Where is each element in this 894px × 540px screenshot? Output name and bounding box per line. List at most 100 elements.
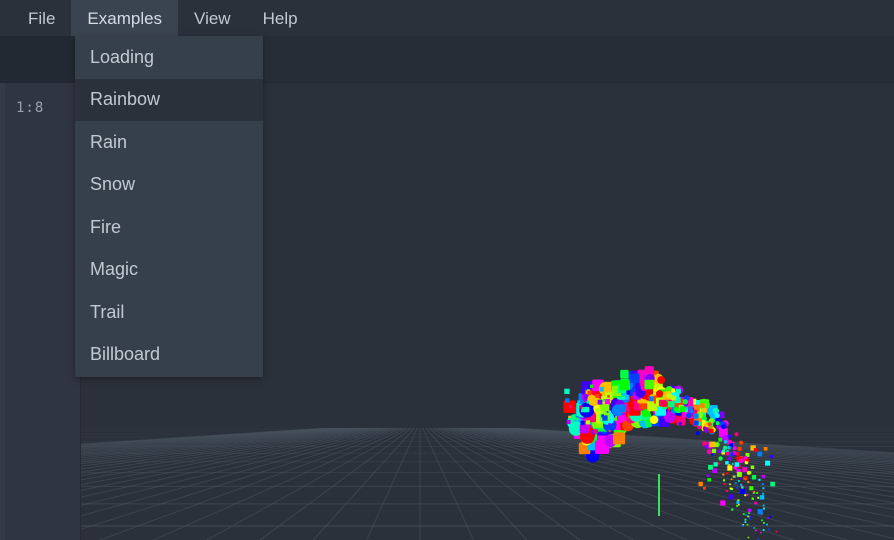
particle: [648, 396, 654, 402]
particle-spark: [707, 478, 711, 482]
particle: [711, 453, 714, 456]
particle: [747, 515, 749, 518]
particle: [717, 462, 721, 465]
cursor-position-indicator: 1:8: [16, 100, 45, 116]
particle: [704, 445, 708, 449]
particle: [750, 465, 755, 469]
particle: [670, 395, 677, 401]
particle: [707, 422, 712, 427]
particle-spark: [594, 408, 601, 414]
particle: [762, 487, 765, 490]
menu-title-file[interactable]: File: [12, 0, 71, 36]
particle: [748, 512, 750, 514]
particle: [744, 475, 747, 479]
examples-dropdown-menu[interactable]: Loading Rainbow Rain Snow Fire Magic Trail Bill…: [75, 36, 263, 377]
particle: [762, 492, 765, 495]
particle: [649, 415, 659, 425]
particle: [689, 409, 694, 413]
particle-spark: [732, 475, 735, 478]
particle-spark: [568, 415, 571, 418]
particle: [679, 406, 686, 412]
particle: [723, 439, 728, 444]
particle: [744, 518, 747, 521]
particle-spark: [565, 398, 570, 403]
menu-item-rain[interactable]: Rain: [75, 121, 263, 164]
menu-title-view[interactable]: View: [178, 0, 247, 36]
particle: [682, 399, 688, 405]
particle: [763, 522, 765, 524]
editor-side-panel[interactable]: [0, 83, 81, 540]
particle-spark: [606, 411, 609, 413]
particle: [725, 489, 728, 493]
particle: [747, 480, 750, 484]
particle-spark: [753, 448, 758, 452]
particle: [668, 401, 675, 408]
particle: [758, 478, 761, 481]
particle: [751, 475, 757, 480]
menu-item-fire[interactable]: Fire: [75, 206, 263, 249]
application-window: 1:8 File Examples View Help Loading Rainbow R…: [0, 0, 894, 540]
particle: [693, 413, 699, 419]
menu-item-magic[interactable]: Magic: [75, 249, 263, 292]
particle: [756, 491, 759, 495]
particle-spark: [765, 460, 771, 466]
particle-spark: [568, 405, 573, 409]
particle-spark: [727, 465, 733, 471]
particle: [754, 529, 757, 532]
particle-spark: [599, 387, 604, 392]
particle-spark: [769, 455, 773, 458]
particle: [712, 407, 719, 415]
particle: [618, 404, 627, 413]
particle: [725, 461, 729, 465]
particle-spark: [757, 509, 763, 515]
particle-spark: [597, 399, 603, 405]
particle-spark: [698, 481, 703, 487]
particle: [775, 530, 778, 533]
particle: [736, 486, 739, 489]
particle: [766, 523, 768, 526]
particle: [718, 437, 723, 442]
particle-spark: [575, 417, 579, 421]
menu-title-examples[interactable]: Examples: [71, 0, 179, 36]
particle-spark: [711, 448, 717, 453]
particle: [739, 440, 744, 445]
particle: [723, 479, 726, 482]
particle: [708, 428, 714, 434]
menu-item-loading[interactable]: Loading: [75, 36, 263, 79]
particle: [732, 451, 737, 455]
particle: [727, 456, 732, 461]
particle-spark: [584, 407, 590, 413]
menu-title-help[interactable]: Help: [247, 0, 314, 36]
menu-item-snow[interactable]: Snow: [75, 164, 263, 207]
particle: [727, 434, 732, 439]
particle: [629, 373, 640, 384]
particle: [762, 504, 765, 507]
editor-gutter-rail[interactable]: [0, 83, 5, 540]
particle-spark: [728, 494, 734, 500]
particle: [729, 487, 732, 490]
particle-spark: [577, 400, 581, 404]
particle: [749, 515, 752, 518]
particle-spark: [584, 388, 588, 391]
particle-spark: [607, 395, 610, 398]
particle: [761, 519, 763, 522]
particle: [613, 432, 626, 445]
particle-spark: [580, 420, 585, 425]
menu-item-trail[interactable]: Trail: [75, 291, 263, 334]
particle: [706, 449, 712, 455]
particle: [751, 497, 754, 500]
particle: [722, 473, 725, 476]
menu-item-billboard[interactable]: Billboard: [75, 334, 263, 377]
particle: [741, 486, 744, 489]
particle: [715, 421, 720, 426]
particle-spark: [746, 458, 749, 462]
particle-spark: [608, 430, 611, 433]
particle: [729, 483, 731, 486]
particle: [678, 421, 683, 426]
particle: [760, 531, 762, 534]
menu-item-rainbow[interactable]: Rainbow: [75, 78, 263, 121]
particle: [736, 504, 738, 507]
particle: [746, 523, 749, 526]
particle: [644, 379, 655, 390]
particle: [742, 513, 745, 515]
